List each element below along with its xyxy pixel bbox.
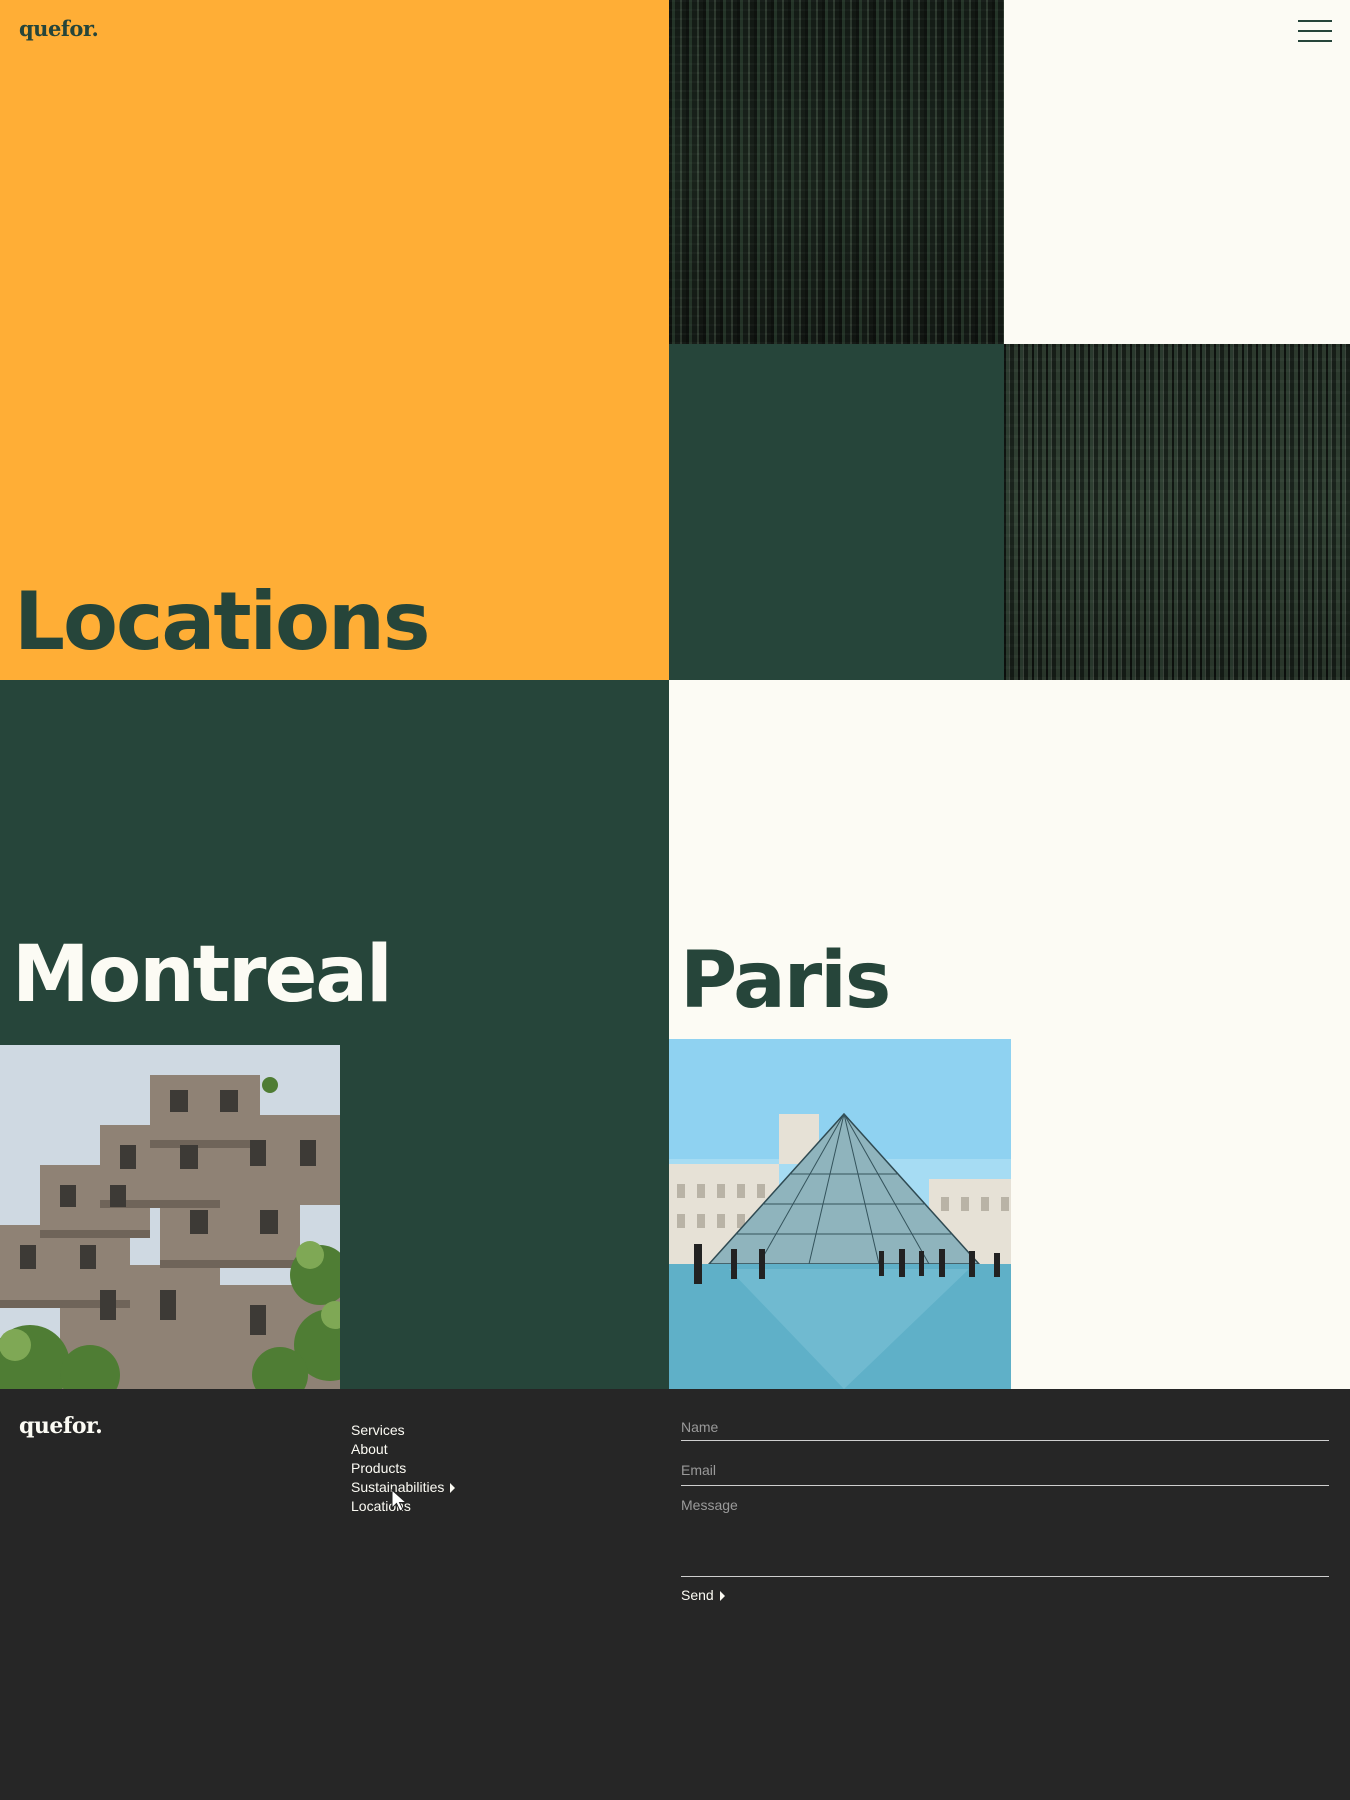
habitat-67-building-photo <box>0 1045 340 1389</box>
caret-right-icon <box>450 1483 456 1493</box>
email-field[interactable] <box>681 1454 1329 1486</box>
footer <box>0 1389 1350 1800</box>
footer-logo[interactable]: quefor. <box>19 1413 103 1439</box>
cream-panel-top <box>1004 0 1350 344</box>
forest-image-top <box>669 0 1004 344</box>
mouse-pointer-icon <box>391 1489 408 1512</box>
site-logo[interactable]: quefor. <box>19 16 99 41</box>
forest-image-bottom <box>1004 344 1350 680</box>
send-label: Send <box>681 1587 714 1603</box>
montreal-title: Montreal <box>12 930 393 1020</box>
nav-link-about[interactable]: About <box>351 1441 388 1457</box>
nav-link-products[interactable]: Products <box>351 1460 406 1476</box>
caret-right-icon <box>719 1591 725 1601</box>
hamburger-menu-icon[interactable] <box>1298 20 1332 42</box>
nav-link-services[interactable]: Services <box>351 1422 405 1438</box>
name-field[interactable] <box>681 1413 1329 1441</box>
send-button[interactable]: Send <box>681 1587 725 1603</box>
green-panel <box>669 344 1004 680</box>
message-field[interactable] <box>681 1497 1329 1577</box>
louvre-pyramid-photo <box>669 1039 1011 1389</box>
paris-title: Paris <box>680 936 891 1026</box>
page-title: Locations <box>14 575 431 668</box>
